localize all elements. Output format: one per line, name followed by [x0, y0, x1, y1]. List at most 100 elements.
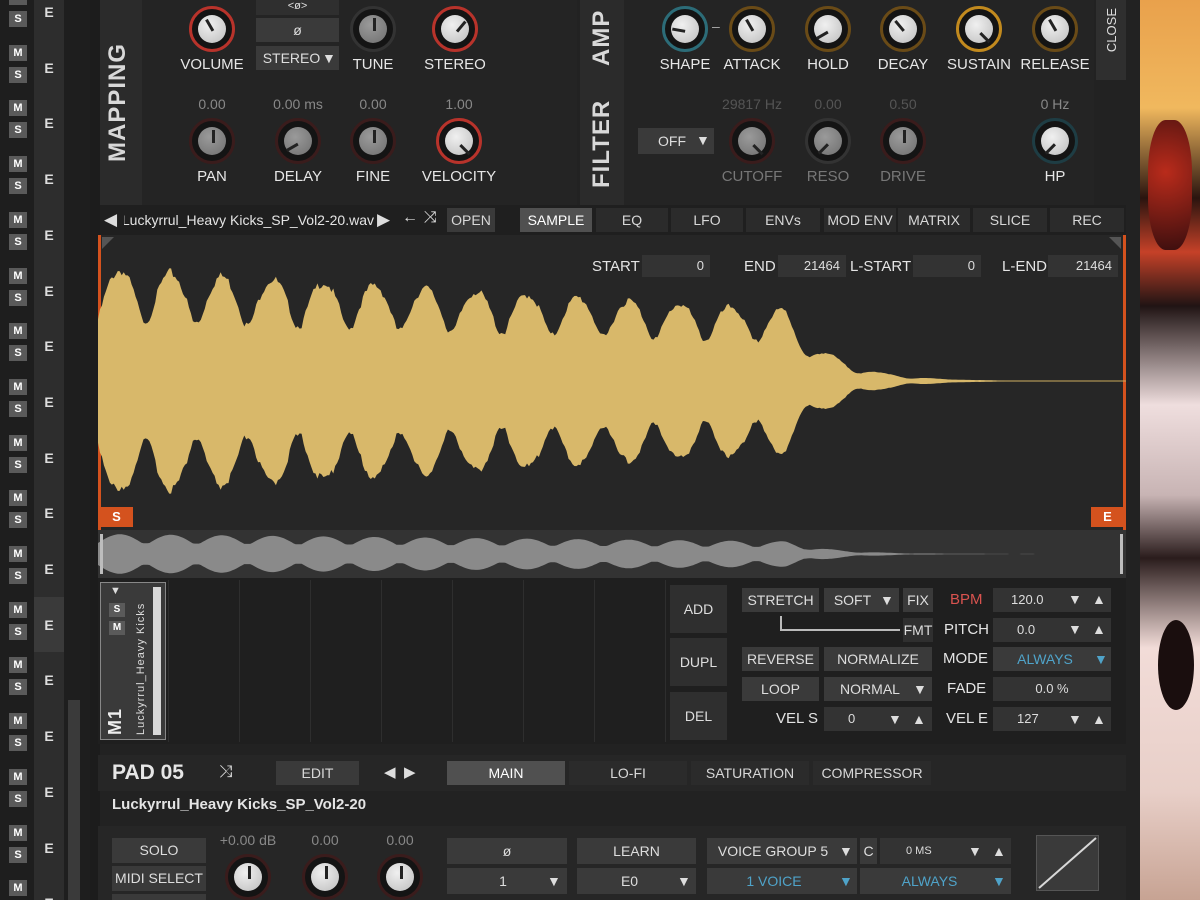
track-edit-button[interactable]: E: [34, 429, 64, 486]
sample-filename[interactable]: Luckyrrul_Heavy Kicks_SP_Vol2-20.wav: [124, 208, 374, 232]
pad-tab-saturation[interactable]: SATURATION: [691, 761, 809, 785]
knob-2[interactable]: [302, 854, 348, 900]
track-mute-button[interactable]: M: [9, 211, 27, 228]
start-field[interactable]: 0: [642, 255, 710, 277]
track-solo-button[interactable]: S: [9, 122, 27, 139]
track-solo-button[interactable]: S: [9, 11, 27, 27]
fix-button[interactable]: FIX: [903, 588, 933, 612]
track-row[interactable]: MSE: [0, 485, 90, 542]
bpm-up-icon[interactable]: ▲: [1092, 591, 1106, 607]
track-row[interactable]: MSE: [0, 206, 90, 263]
phase-invert-button[interactable]: ø: [256, 18, 339, 42]
shape-knob[interactable]: [662, 6, 708, 52]
prev-sample-icon[interactable]: ◀: [104, 210, 117, 230]
pitch-down-icon[interactable]: ▼: [1068, 621, 1082, 637]
track-edit-button[interactable]: E: [34, 373, 64, 430]
open-button[interactable]: OPEN: [447, 208, 495, 232]
slot-menu-icon[interactable]: ▼: [110, 585, 121, 597]
track-solo-button[interactable]: S: [9, 568, 27, 584]
track-mute-button[interactable]: M: [9, 323, 27, 340]
track-edit-button[interactable]: E: [34, 95, 64, 152]
track-row[interactable]: MSE: [0, 151, 90, 208]
normalize-button[interactable]: NORMALIZE: [824, 647, 932, 671]
track-mute-button[interactable]: M: [9, 434, 27, 451]
track-scrollbar[interactable]: [68, 700, 80, 900]
reso-knob[interactable]: [805, 118, 851, 164]
attack-knob[interactable]: [729, 6, 775, 52]
vel-end-down-icon[interactable]: ▼: [1068, 711, 1082, 727]
track-solo-button[interactable]: S: [9, 679, 27, 696]
gain-knob[interactable]: [225, 854, 271, 900]
choke-down-icon[interactable]: ▼: [968, 843, 982, 859]
track-solo-button[interactable]: S: [9, 735, 27, 752]
vel-start-down-icon[interactable]: ▼: [888, 711, 902, 727]
track-edit-button[interactable]: E: [34, 0, 64, 40]
delete-button[interactable]: DEL: [670, 692, 727, 740]
velocity-knob[interactable]: [436, 118, 482, 164]
tab-matrix[interactable]: MATRIX: [898, 208, 970, 232]
fine-knob[interactable]: [350, 118, 396, 164]
slot-mute-button[interactable]: M: [109, 621, 125, 635]
track-edit-button[interactable]: E: [34, 596, 64, 653]
tab-lfo[interactable]: LFO: [671, 208, 743, 232]
cutoff-knob[interactable]: [729, 118, 775, 164]
track-mute-button[interactable]: M: [9, 824, 27, 841]
overview-view-end[interactable]: [1120, 534, 1123, 574]
track-mute-button[interactable]: M: [9, 657, 27, 674]
pitch-up-icon[interactable]: ▲: [1092, 621, 1106, 637]
pan-knob[interactable]: [189, 118, 235, 164]
end-field[interactable]: 21464: [778, 255, 846, 277]
drive-knob[interactable]: [880, 118, 926, 164]
fade-field[interactable]: 0.0 %: [993, 677, 1111, 701]
tab-sample[interactable]: SAMPLE: [520, 208, 592, 232]
duplicate-button[interactable]: DUPL: [670, 638, 727, 686]
solo-button[interactable]: SOLO: [112, 838, 206, 863]
track-row[interactable]: MSE: [0, 39, 90, 96]
voices-select[interactable]: 1 VOICE: [707, 868, 857, 894]
track-solo-button[interactable]: S: [9, 289, 27, 306]
track-mute-button[interactable]: M: [9, 880, 27, 897]
back-arrow-icon[interactable]: ←: [402, 209, 418, 227]
reverse-button[interactable]: REVERSE: [742, 647, 819, 671]
track-solo-button[interactable]: S: [9, 790, 27, 807]
track-solo-button[interactable]: S: [9, 345, 27, 362]
pad-tab-main[interactable]: MAIN: [447, 761, 565, 785]
shuffle-icon[interactable]: ⤨: [424, 209, 437, 227]
shuffle-icon[interactable]: ⤨: [219, 762, 233, 782]
decay-knob[interactable]: [880, 6, 926, 52]
slot-solo-button[interactable]: S: [109, 603, 125, 617]
track-mute-button[interactable]: M: [9, 267, 27, 284]
volume-knob[interactable]: [189, 6, 235, 52]
hold-knob[interactable]: [805, 6, 851, 52]
track-solo-button[interactable]: S: [9, 623, 27, 640]
track-mute-button[interactable]: M: [9, 0, 27, 5]
track-mute-button[interactable]: M: [9, 490, 27, 507]
track-mute-button[interactable]: M: [9, 546, 27, 562]
track-solo-button[interactable]: S: [9, 233, 27, 250]
track-solo-button[interactable]: S: [9, 178, 27, 195]
track-solo-button[interactable]: S: [9, 456, 27, 473]
next-pad-icon[interactable]: ▶: [404, 763, 416, 781]
track-row[interactable]: MSE: [0, 318, 90, 375]
vel-end-up-icon[interactable]: ▲: [1092, 711, 1106, 727]
track-mute-button[interactable]: M: [9, 100, 27, 117]
delay-knob[interactable]: [275, 118, 321, 164]
voice-group-select[interactable]: VOICE GROUP 5: [707, 838, 857, 864]
track-edit-button[interactable]: E: [34, 485, 64, 542]
track-edit-button[interactable]: E: [34, 151, 64, 208]
end-marker-handle[interactable]: E: [1091, 507, 1124, 527]
stereo-knob[interactable]: [432, 6, 478, 52]
prev-pad-icon[interactable]: ◀: [384, 763, 396, 781]
extra-button[interactable]: [112, 894, 206, 900]
overview-view-start[interactable]: [100, 534, 103, 574]
track-row[interactable]: MSE: [0, 262, 90, 319]
next-sample-icon[interactable]: ▶: [377, 210, 390, 230]
tune-knob[interactable]: [350, 6, 396, 52]
track-solo-button[interactable]: S: [9, 400, 27, 417]
stretch-button[interactable]: STRETCH: [742, 588, 819, 612]
track-mute-button[interactable]: M: [9, 156, 27, 173]
loop-start-field[interactable]: 0: [913, 255, 981, 277]
tab-envs[interactable]: ENVs: [746, 208, 820, 232]
tab-slice[interactable]: SLICE: [973, 208, 1047, 232]
track-edit-button[interactable]: E: [34, 708, 64, 765]
